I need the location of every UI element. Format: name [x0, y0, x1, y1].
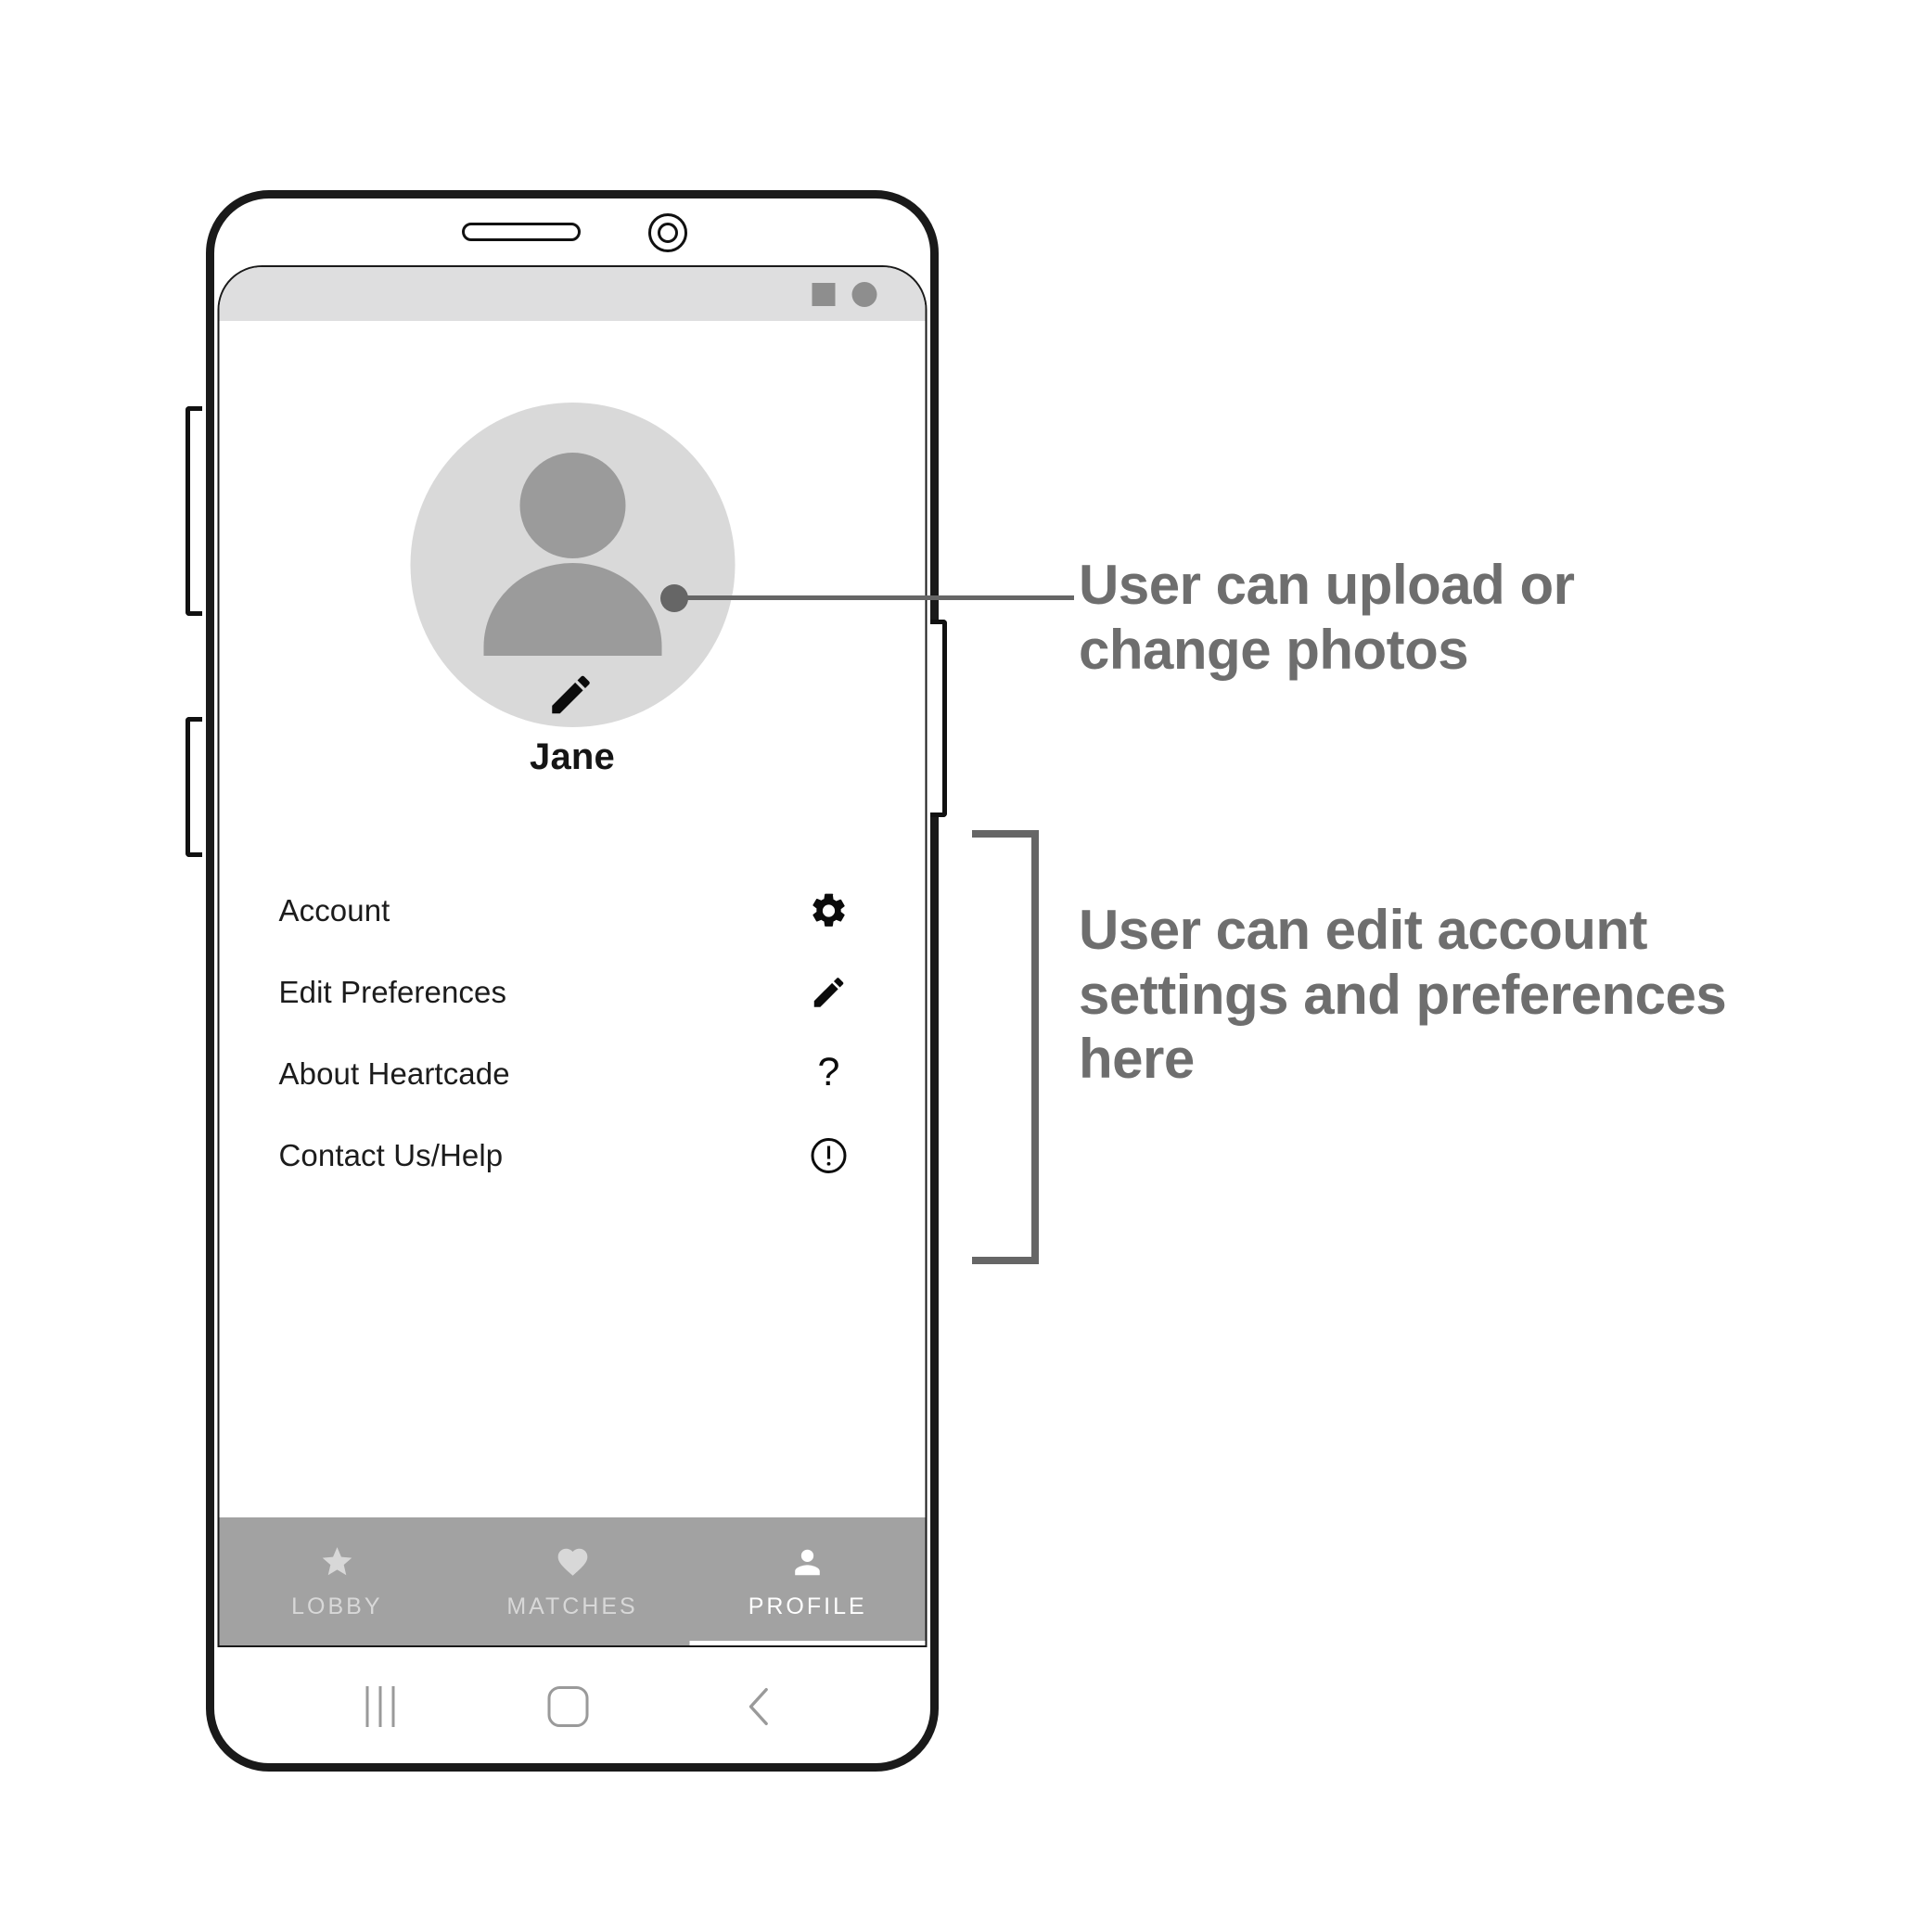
menu-item-label: About Heartcade	[278, 1056, 510, 1091]
pencil-icon[interactable]	[807, 970, 851, 1015]
recent-bar	[391, 1686, 395, 1727]
tab-matches[interactable]: MATCHES	[454, 1517, 690, 1645]
volume-up-button[interactable]	[186, 406, 202, 616]
bracket-arm-bottom	[972, 1257, 1039, 1264]
tab-profile[interactable]: PROFILE	[689, 1517, 926, 1645]
tab-label: PROFILE	[748, 1593, 867, 1619]
recent-bar	[378, 1686, 382, 1727]
bottom-tab-bar: LOBBY MATCHES PROFILE	[219, 1517, 926, 1645]
menu-item-contact-us-help[interactable]: Contact Us/Help	[279, 1115, 851, 1196]
annotation-edit-settings: User can edit account settings and prefe…	[1079, 899, 1727, 1091]
volume-down-button[interactable]	[186, 717, 202, 857]
menu-item-label: Edit Preferences	[278, 975, 507, 1009]
star-icon	[318, 1543, 355, 1580]
recent-apps-icon[interactable]	[365, 1686, 395, 1727]
avatar-body	[483, 563, 661, 656]
settings-menu: Account Edit Preferences About Heartcade…	[279, 870, 851, 1196]
menu-item-label: Account	[278, 893, 390, 928]
avatar[interactable]	[410, 403, 735, 727]
menu-item-account[interactable]: Account	[279, 870, 851, 952]
avatar-head	[519, 453, 625, 558]
bracket-arm-top	[972, 830, 1039, 838]
profile-name: Jane	[530, 736, 615, 777]
recent-bar	[365, 1686, 369, 1727]
heart-icon	[554, 1543, 591, 1580]
tab-label: MATCHES	[506, 1593, 638, 1619]
phone-screen: Jane Account Edit Preferences About Hear…	[217, 265, 928, 1647]
callout-line-photos	[675, 595, 1074, 600]
home-icon[interactable]	[547, 1686, 589, 1727]
gear-icon[interactable]	[807, 889, 851, 933]
status-bar	[219, 267, 926, 321]
person-icon	[789, 1543, 826, 1580]
bracket-spine	[1031, 830, 1039, 1264]
status-square-icon	[812, 282, 836, 306]
front-camera-icon	[648, 213, 687, 252]
pencil-icon[interactable]	[545, 670, 595, 720]
back-icon[interactable]	[741, 1685, 778, 1728]
exclamation-circle-icon[interactable]	[807, 1133, 851, 1178]
tab-lobby[interactable]: LOBBY	[220, 1517, 455, 1645]
tab-label: LOBBY	[291, 1593, 383, 1619]
active-tab-indicator	[689, 1641, 926, 1645]
menu-item-label: Contact Us/Help	[278, 1138, 504, 1172]
menu-item-edit-preferences[interactable]: Edit Preferences	[279, 952, 851, 1033]
callout-bracket-settings	[972, 830, 1039, 1264]
front-camera-lens	[658, 223, 678, 243]
power-button[interactable]	[930, 620, 947, 817]
menu-item-about-heartcade[interactable]: About Heartcade ?	[279, 1033, 851, 1115]
phone-frame: Jane Account Edit Preferences About Hear…	[206, 190, 939, 1772]
earpiece-speaker	[462, 223, 581, 241]
status-dot-icon	[851, 281, 877, 307]
android-navigation-bar	[218, 1662, 928, 1751]
app-content: Jane Account Edit Preferences About Hear…	[219, 321, 926, 1517]
annotation-upload-photos: User can upload or change photos	[1079, 554, 1575, 681]
question-mark-icon[interactable]: ?	[807, 1050, 851, 1098]
